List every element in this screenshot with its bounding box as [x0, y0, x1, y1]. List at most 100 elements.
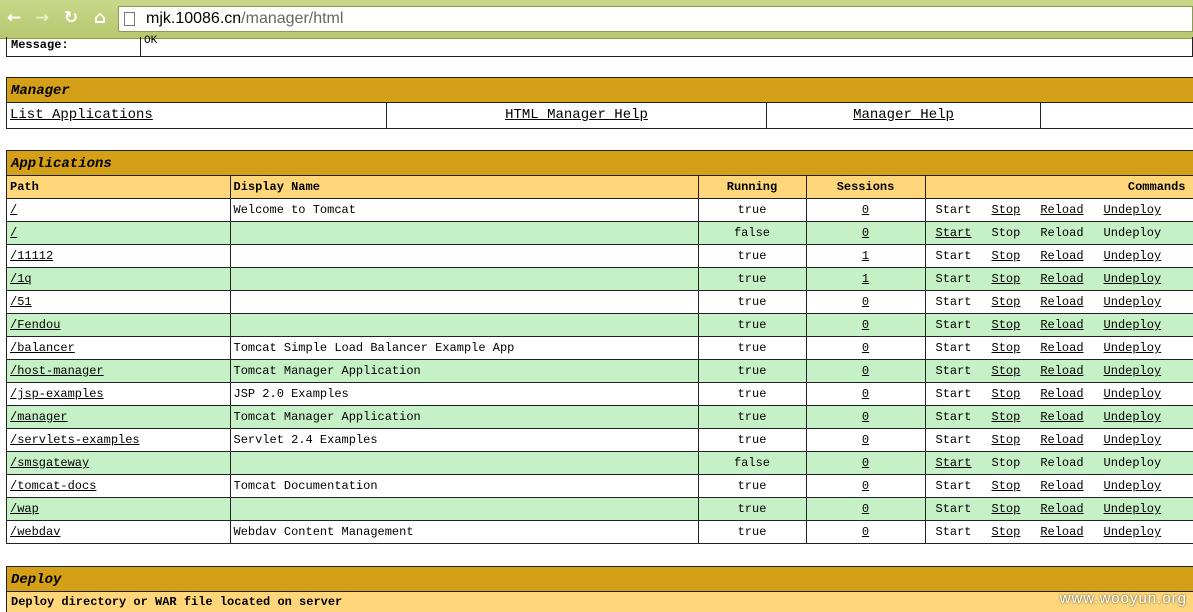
command-stop[interactable]: Stop: [992, 502, 1021, 516]
command-undeploy[interactable]: Undeploy: [1104, 295, 1162, 309]
command-undeploy[interactable]: Undeploy: [1104, 433, 1162, 447]
app-sessions-link[interactable]: 0: [862, 295, 869, 309]
app-sessions-link[interactable]: 0: [862, 387, 869, 401]
app-sessions-link[interactable]: 1: [862, 272, 869, 286]
app-sessions-link[interactable]: 0: [862, 433, 869, 447]
app-path-link[interactable]: /balancer: [10, 341, 75, 355]
url-text[interactable]: mjk.10086.cn/manager/html: [146, 10, 343, 28]
app-path-link[interactable]: /host-manager: [10, 364, 104, 378]
app-running-status: true: [737, 272, 767, 286]
app-sessions-link[interactable]: 0: [862, 226, 869, 240]
deploy-subtitle: Deploy directory or WAR file located on …: [7, 592, 1193, 612]
command-undeploy[interactable]: Undeploy: [1104, 479, 1162, 493]
app-running-status: true: [737, 364, 767, 378]
command-reload[interactable]: Reload: [1040, 272, 1083, 286]
app-path-link[interactable]: /: [10, 226, 17, 240]
command-undeploy[interactable]: Undeploy: [1104, 249, 1162, 263]
command-start: Start: [935, 433, 972, 447]
command-stop[interactable]: Stop: [992, 364, 1021, 378]
table-row: /webdav Webdav Content Management true 0 Sta…: [7, 520, 1193, 544]
command-stop[interactable]: Stop: [992, 318, 1021, 332]
command-undeploy[interactable]: Undeploy: [1104, 410, 1162, 424]
command-start[interactable]: Start: [936, 226, 972, 240]
app-path-link[interactable]: /Fendou: [10, 318, 60, 332]
command-undeploy[interactable]: Undeploy: [1104, 387, 1162, 401]
command-stop[interactable]: Stop: [992, 341, 1021, 355]
command-reload[interactable]: Reload: [1040, 249, 1083, 263]
command-reload[interactable]: Reload: [1040, 364, 1083, 378]
app-sessions-link[interactable]: 0: [862, 502, 869, 516]
app-display-name: Servlet 2.4 Examples: [233, 433, 378, 447]
app-path-link[interactable]: /1q: [10, 272, 32, 286]
app-sessions-link[interactable]: 0: [862, 203, 869, 217]
command-stop[interactable]: Stop: [992, 295, 1021, 309]
command-undeploy[interactable]: Undeploy: [1104, 525, 1162, 539]
reload-icon[interactable]: ↻: [61, 8, 81, 28]
app-sessions-link[interactable]: 0: [862, 479, 869, 493]
app-path-link[interactable]: /51: [10, 295, 32, 309]
command-start: Start: [935, 272, 972, 286]
command-start[interactable]: Start: [936, 456, 972, 470]
table-row: /balancer Tomcat Simple Load Balancer Exa…: [7, 336, 1193, 360]
command-reload[interactable]: Reload: [1040, 433, 1083, 447]
app-path-link[interactable]: /smsgateway: [10, 456, 89, 470]
command-reload[interactable]: Reload: [1040, 525, 1083, 539]
command-stop[interactable]: Stop: [992, 249, 1021, 263]
app-sessions-link[interactable]: 0: [862, 525, 869, 539]
command-start: Start: [935, 364, 972, 378]
command-reload[interactable]: Reload: [1040, 502, 1083, 516]
app-sessions-link[interactable]: 0: [862, 364, 869, 378]
command-stop[interactable]: Stop: [992, 272, 1021, 286]
home-icon[interactable]: ⌂: [90, 8, 110, 28]
app-path-link[interactable]: /webdav: [10, 525, 60, 539]
command-undeploy[interactable]: Undeploy: [1104, 341, 1162, 355]
table-header: Path Display Name Running Sessions Comma…: [7, 176, 1193, 199]
table-row: /jsp-examples JSP 2.0 Examples true 0 Start S…: [7, 382, 1193, 406]
table-row: /Fendou true 0 Start Stop Reload Undeploy: [7, 313, 1193, 337]
command-stop[interactable]: Stop: [992, 525, 1021, 539]
app-sessions-link[interactable]: 0: [862, 341, 869, 355]
command-stop[interactable]: Stop: [992, 410, 1021, 424]
app-running-status: false: [733, 226, 770, 240]
command-reload[interactable]: Reload: [1040, 341, 1083, 355]
app-sessions-link[interactable]: 0: [862, 410, 869, 424]
back-arrow-icon[interactable]: ←: [4, 8, 24, 28]
app-path-link[interactable]: /11112: [10, 249, 53, 263]
table-row: /tomcat-docs Tomcat Documentation true 0 Sta…: [7, 474, 1193, 498]
app-display-name: Tomcat Documentation: [233, 479, 378, 493]
app-path-link[interactable]: /servlets-examples: [10, 433, 140, 447]
address-bar[interactable]: mjk.10086.cn/manager/html: [118, 6, 1193, 32]
table-row: /host-manager Tomcat Manager Application t…: [7, 359, 1193, 383]
app-display-name: Tomcat Simple Load Balancer Example App: [233, 341, 515, 355]
command-reload[interactable]: Reload: [1040, 410, 1083, 424]
app-sessions-link[interactable]: 1: [862, 249, 869, 263]
command-reload[interactable]: Reload: [1040, 387, 1083, 401]
deploy-title: Deploy: [7, 567, 1193, 592]
app-path-link[interactable]: /jsp-examples: [10, 387, 104, 401]
manager-help-link[interactable]: Manager Help: [853, 107, 954, 123]
command-stop[interactable]: Stop: [992, 433, 1021, 447]
command-undeploy[interactable]: Undeploy: [1104, 364, 1162, 378]
app-path-link[interactable]: /: [10, 203, 17, 217]
app-path-link[interactable]: /tomcat-docs: [10, 479, 96, 493]
command-stop[interactable]: Stop: [992, 479, 1021, 493]
app-path-link[interactable]: /manager: [10, 410, 68, 424]
command-undeploy[interactable]: Undeploy: [1104, 318, 1162, 332]
app-sessions-link[interactable]: 0: [862, 456, 869, 470]
command-undeploy[interactable]: Undeploy: [1104, 203, 1162, 217]
command-undeploy: Undeploy: [1103, 226, 1162, 240]
forward-arrow-icon[interactable]: →: [32, 8, 52, 28]
command-undeploy[interactable]: Undeploy: [1104, 272, 1162, 286]
html-manager-help-link[interactable]: HTML Manager Help: [505, 107, 648, 123]
command-stop[interactable]: Stop: [992, 387, 1021, 401]
app-sessions-link[interactable]: 0: [862, 318, 869, 332]
command-undeploy[interactable]: Undeploy: [1104, 502, 1162, 516]
command-stop[interactable]: Stop: [992, 203, 1021, 217]
command-reload[interactable]: Reload: [1040, 479, 1083, 493]
command-reload[interactable]: Reload: [1040, 203, 1083, 217]
command-reload[interactable]: Reload: [1040, 318, 1083, 332]
app-path-link[interactable]: /wap: [10, 502, 39, 516]
list-applications-link[interactable]: List Applications: [10, 107, 153, 123]
command-reload[interactable]: Reload: [1040, 295, 1083, 309]
url-host: mjk.10086.cn: [146, 10, 242, 27]
